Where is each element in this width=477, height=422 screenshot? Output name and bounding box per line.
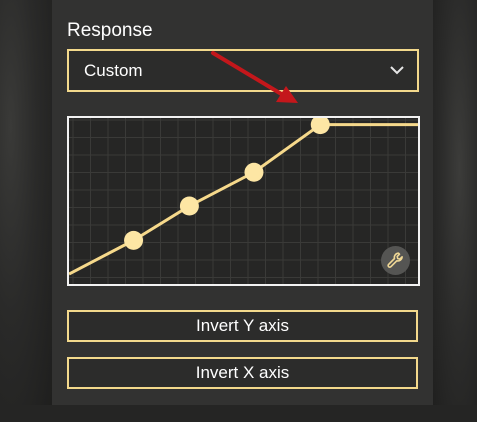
background-right bbox=[433, 0, 477, 422]
response-curve-line bbox=[69, 123, 418, 276]
chevron-down-icon bbox=[390, 66, 404, 75]
wrench-button[interactable] bbox=[381, 246, 410, 275]
curve-handle-3[interactable] bbox=[244, 162, 264, 182]
background-left bbox=[0, 0, 52, 422]
response-dropdown-value: Custom bbox=[84, 61, 143, 80]
response-dropdown[interactable]: Custom bbox=[67, 49, 419, 92]
response-label: Response bbox=[67, 20, 153, 41]
invert-y-axis-button[interactable]: Invert Y axis bbox=[67, 310, 418, 342]
invert-x-axis-button[interactable]: Invert X axis bbox=[67, 357, 418, 389]
response-curve-graph[interactable] bbox=[67, 116, 420, 286]
response-curve-svg bbox=[69, 118, 418, 284]
curve-handle-1[interactable] bbox=[124, 230, 144, 250]
background-bottom bbox=[0, 405, 477, 422]
graph-grid bbox=[69, 118, 418, 284]
curve-handle-4[interactable] bbox=[310, 118, 330, 135]
wrench-icon bbox=[387, 252, 403, 268]
curve-handle-2[interactable] bbox=[179, 196, 199, 216]
